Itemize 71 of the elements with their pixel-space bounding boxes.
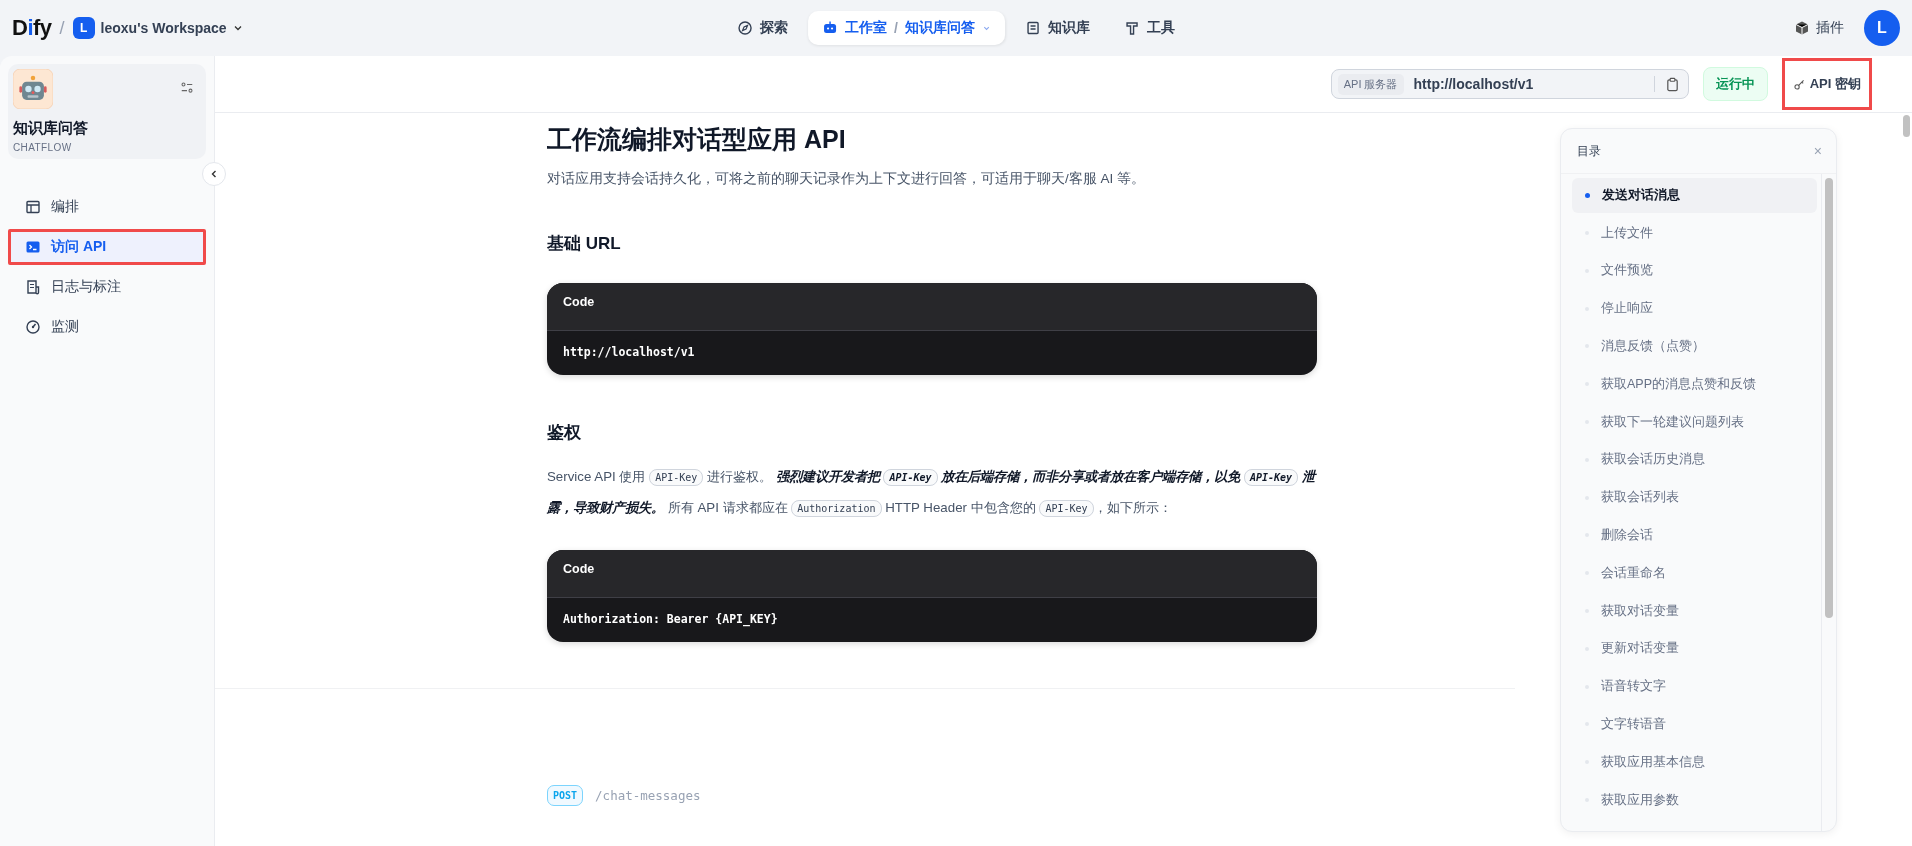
- chevron-left-icon: [209, 169, 219, 179]
- document-icon: [25, 279, 41, 295]
- toc-item[interactable]: 获取会话历史消息: [1572, 442, 1817, 478]
- clipboard-icon[interactable]: [1664, 76, 1680, 92]
- robot-icon: [822, 20, 839, 36]
- toc-item[interactable]: 文件预览: [1572, 253, 1817, 289]
- status-badge: 运行中: [1702, 67, 1768, 101]
- sidebar-item[interactable]: 日志与标注: [8, 269, 206, 305]
- book-icon: [1024, 20, 1041, 36]
- toc-title: 目录: [1577, 142, 1601, 160]
- separator: /: [59, 17, 65, 39]
- intro-text: 对话应用支持会话持久化，可将之前的聊天记录作为上下文进行回答，可适用于聊天/客服 AI 等。: [547, 170, 1146, 188]
- toc-item[interactable]: 停止响应: [1572, 291, 1817, 326]
- chevron-down-icon: [232, 23, 243, 33]
- nav-label: 知识库: [1047, 19, 1090, 37]
- api-server-field: API 服务器 http://localhost/v1: [1330, 69, 1689, 99]
- app-name: 知识库问答: [13, 119, 89, 138]
- nav-tab[interactable]: 探索: [723, 11, 803, 45]
- robot-app-icon: [13, 69, 53, 109]
- toc-item[interactable]: 获取APP的消息点赞和反馈: [1572, 367, 1817, 402]
- toc-item[interactable]: 获取下一轮建议问题列表: [1572, 404, 1817, 440]
- separator: /: [894, 20, 898, 36]
- nav-label: 工具: [1146, 19, 1175, 37]
- method-badge: POST: [547, 785, 584, 806]
- section-heading: 基础 URL: [547, 233, 622, 255]
- hammer-icon: [1123, 20, 1140, 36]
- auth-paragraph: Service API 使用 API-Key 进行鉴权。 强烈建议开发者把 API-Key 放在后端存储，而非分享或者放在客户端存储，以免 API-Key 泄露，导致财产损失。 所有 API 请求都应在 Authorization HTTP Header 中包含您的 API-Key ，如下所示：: [547, 468, 1317, 519]
- nav-label: 工作室: [845, 19, 888, 37]
- nav-tab[interactable]: 知识库: [1010, 11, 1104, 45]
- page-title: 工作流编排对话型应用 API: [547, 124, 847, 155]
- toc-item[interactable]: 上传文件: [1572, 215, 1817, 251]
- scrollbar-thumb[interactable]: [1903, 115, 1910, 137]
- layout-icon: [25, 199, 41, 215]
- logo[interactable]: Dify: [12, 15, 52, 41]
- sidebar-item[interactable]: 编排: [8, 189, 206, 225]
- code-text: Authorization: Bearer {API_KEY}: [562, 611, 779, 629]
- gauge-icon: [25, 319, 41, 335]
- scrollbar-thumb[interactable]: [1825, 178, 1833, 618]
- app-switcher-label[interactable]: 知识库问答: [904, 19, 975, 37]
- toc-item[interactable]: 文字转语音: [1572, 707, 1817, 742]
- toc-item[interactable]: 获取对话变量: [1572, 593, 1817, 629]
- sidebar-item[interactable]: 访问 API: [8, 229, 206, 265]
- toc-item[interactable]: 更新对话变量: [1572, 631, 1817, 667]
- sidebar-item[interactable]: 监测: [8, 309, 206, 345]
- section-heading: 鉴权: [547, 422, 582, 444]
- nav-tab[interactable]: 工具: [1109, 11, 1189, 45]
- toc-item[interactable]: 删除会话: [1572, 518, 1817, 553]
- toc-item[interactable]: 发送对话消息: [1572, 178, 1817, 213]
- nav-label: 探索: [760, 19, 789, 37]
- api-key-button[interactable]: API 密钥: [1781, 58, 1872, 110]
- app-type: CHATFLOW: [13, 142, 73, 153]
- plugins-button[interactable]: 插件: [1794, 19, 1844, 37]
- toc-item[interactable]: 语音转文字: [1572, 669, 1817, 704]
- compass-icon: [737, 20, 754, 36]
- toc-item[interactable]: 会话重命名: [1572, 555, 1817, 591]
- code-label: Code: [547, 550, 1317, 598]
- settings-icon[interactable]: [180, 81, 194, 95]
- toc-item[interactable]: 获取会话列表: [1572, 480, 1817, 515]
- cube-icon: [1794, 20, 1810, 36]
- key-icon: [1792, 77, 1806, 91]
- toc-item[interactable]: 消息反馈（点赞）: [1572, 329, 1817, 364]
- toc-item[interactable]: 获取应用参数: [1572, 782, 1817, 818]
- endpoint-path: /chat-messages: [595, 788, 701, 803]
- terminal-icon: [25, 239, 41, 255]
- code-label: Code: [547, 283, 1317, 331]
- code-text: http://localhost/v1: [562, 344, 696, 361]
- workspace-switcher[interactable]: L leoxu's Workspace: [72, 17, 243, 39]
- user-avatar[interactable]: L: [1864, 10, 1900, 46]
- nav-tab[interactable]: 工作室 / 知识库问答: [808, 11, 1005, 45]
- collapse-button[interactable]: [202, 162, 226, 186]
- toc-item[interactable]: 获取应用基本信息: [1572, 744, 1817, 780]
